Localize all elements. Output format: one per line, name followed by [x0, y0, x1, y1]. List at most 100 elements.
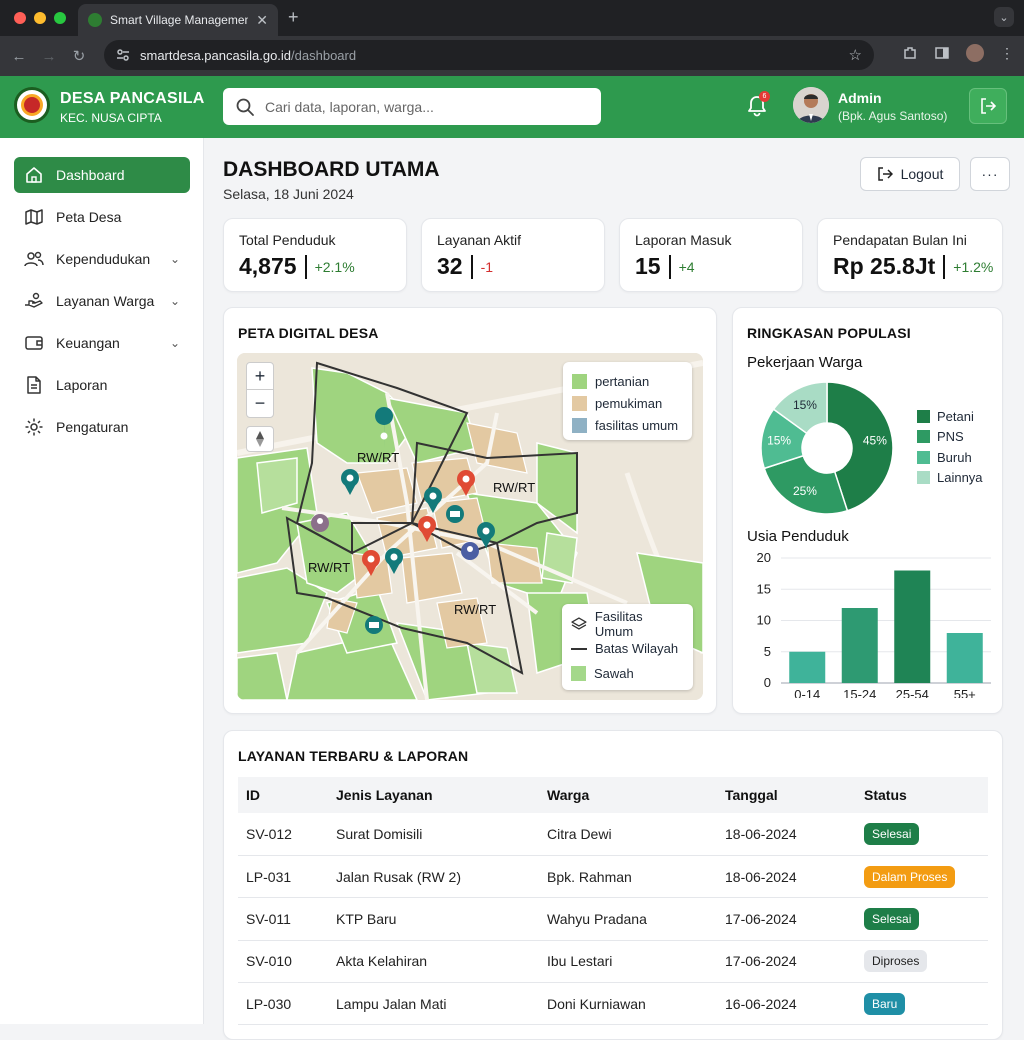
stat-label: Laporan Masuk: [635, 232, 732, 248]
stat-card-total-penduduk: Total Penduduk 4,875 +2.1%: [223, 218, 407, 292]
status-badge[interactable]: Baru: [864, 992, 906, 1015]
stat-label: Layanan Aktif: [437, 232, 522, 248]
y-tick-label: 0: [764, 675, 771, 690]
status-badge[interactable]: Dalam Proses: [864, 865, 956, 888]
more-options-button[interactable]: ···: [970, 157, 1010, 191]
gear-icon: [25, 418, 43, 436]
stat-change: +1.2%: [953, 258, 994, 275]
legend-item: pemukiman: [572, 392, 683, 414]
brand-name: DESA PANCASILA: [60, 90, 205, 107]
tab-search-icon[interactable]: ⌄: [994, 7, 1014, 27]
sidebar-item-peta-desa[interactable]: Peta Desa: [14, 199, 190, 235]
cell-id: SV-012: [238, 813, 328, 856]
sidebar-item-laporan[interactable]: Laporan: [14, 367, 190, 403]
cell-service-type: Akta Kelahiran: [328, 940, 539, 984]
sidebar-item-dashboard[interactable]: Dashboard: [14, 157, 190, 193]
avatar[interactable]: [793, 87, 829, 123]
search-input[interactable]: [265, 98, 589, 115]
population-card: RINGKASAN POPULASI Pekerjaan Warga 45% 25…: [732, 307, 1003, 714]
line-icon: [571, 647, 587, 650]
cell-status: Selesai: [856, 813, 988, 856]
layer-toggle-batas[interactable]: Batas Wilayah: [571, 636, 684, 661]
cell-service-type: Lampu Jalan Mati: [328, 982, 539, 1026]
column-header[interactable]: Status: [856, 777, 988, 813]
status-badge[interactable]: Selesai: [864, 907, 920, 930]
cell-citizen: Doni Kurniawan: [539, 982, 717, 1026]
legend-label: PNS: [937, 429, 964, 445]
legend-swatch: [917, 450, 930, 464]
column-header[interactable]: Tanggal: [717, 777, 856, 813]
legend-swatch: [572, 373, 587, 389]
sidebar-item-pengaturan[interactable]: Pengaturan: [14, 409, 190, 445]
browser-menu-icon[interactable]: ⋮: [1000, 45, 1014, 62]
landuse-legend: pertanian pemukiman fasilitas umum: [563, 362, 692, 440]
maximize-window-button[interactable]: [54, 12, 66, 24]
minimize-window-button[interactable]: [34, 12, 46, 24]
cell-citizen: Bpk. Rahman: [539, 855, 717, 899]
logout-button[interactable]: Logout: [860, 157, 960, 191]
swatch-icon: [571, 666, 586, 681]
sidebar-item-label: Peta Desa: [56, 209, 122, 225]
bar-25-54[interactable]: [894, 570, 931, 684]
address-bar[interactable]: smartdesa.pancasila.go.id/dashboard ☆: [104, 40, 874, 70]
sidebar-item-label: Dashboard: [56, 167, 125, 183]
back-icon[interactable]: ←: [4, 48, 34, 65]
bar-title: Usia Penduduk: [747, 528, 849, 545]
map-title: PETA DIGITAL DESA: [238, 325, 379, 341]
cell-status: Baru: [856, 982, 988, 1026]
profile-avatar-icon[interactable]: [966, 44, 984, 62]
chevron-down-icon: ⌄: [169, 294, 180, 308]
population-title: RINGKASAN POPULASI: [747, 325, 911, 341]
bar-0-14[interactable]: [789, 651, 826, 683]
x-tick-label: 25-54: [896, 687, 929, 698]
legend-item: PNS: [917, 427, 983, 448]
table-row[interactable]: SV-012 Surat Domisili Citra Dewi 18-06-2024…: [238, 813, 988, 856]
table-row[interactable]: SV-010 Akta Kelahiran Ibu Lestari 17-06-202…: [238, 940, 988, 984]
wallet-icon: [25, 336, 43, 350]
close-tab-icon[interactable]: ✕: [256, 12, 268, 29]
chevron-down-icon: ⌄: [169, 336, 180, 350]
reload-icon[interactable]: ↻: [64, 47, 94, 65]
sidebar-item-keuangan[interactable]: Keuangan ⌄: [14, 325, 190, 361]
exit-button[interactable]: [969, 88, 1007, 124]
tab-title: Smart Village Management I: [110, 13, 249, 27]
cell-date: 18-06-2024: [717, 855, 856, 899]
status-badge[interactable]: Selesai: [864, 822, 920, 845]
column-header[interactable]: ID: [238, 777, 328, 813]
url-text: smartdesa.pancasila.go.id/dashboard: [140, 47, 357, 63]
column-header[interactable]: Jenis Layanan: [328, 777, 539, 813]
zoom-out-button[interactable]: −: [247, 390, 273, 417]
close-window-button[interactable]: [14, 12, 26, 24]
extensions-icon[interactable]: [902, 45, 918, 61]
status-badge[interactable]: Diproses: [864, 950, 928, 973]
map-zoom-control: + −: [246, 362, 274, 418]
compass-button[interactable]: [246, 426, 274, 452]
pie-legend: Petani PNS Buruh Lainnya: [917, 406, 983, 488]
bar-55+[interactable]: [946, 633, 983, 683]
site-info-icon[interactable]: [116, 48, 130, 62]
region-label: RW/RT: [454, 602, 497, 617]
forward-icon[interactable]: →: [34, 48, 64, 65]
sidebar-item-layanan-warga[interactable]: Layanan Warga ⌄: [14, 283, 190, 319]
side-panel-icon[interactable]: [934, 45, 950, 61]
notification-badge: 6: [759, 91, 770, 102]
cell-date: 17-06-2024: [717, 940, 856, 984]
bar-15-24[interactable]: [841, 608, 878, 683]
layer-toggle-fasilitas[interactable]: Fasilitas Umum: [571, 609, 684, 639]
occupation-pie-chart: 45% 25% 15% 15%: [760, 381, 894, 515]
browser-tab[interactable]: Smart Village Management I ✕: [78, 4, 278, 36]
column-header[interactable]: Warga: [539, 777, 717, 813]
cell-citizen: Wahyu Pradana: [539, 897, 717, 941]
zoom-in-button[interactable]: +: [247, 363, 273, 390]
layer-toggle-sawah[interactable]: Sawah: [571, 661, 684, 686]
table-row[interactable]: LP-030 Lampu Jalan Mati Doni Kurniawan 16-0…: [238, 982, 988, 1026]
table-row[interactable]: LP-031 Jalan Rusak (RW 2) Bpk. Rahman 18-06…: [238, 855, 988, 899]
legend-label: Buruh: [937, 449, 972, 465]
legend-swatch: [572, 395, 587, 411]
search-box[interactable]: [223, 88, 601, 125]
bookmark-star-icon[interactable]: ☆: [849, 46, 862, 64]
table-row[interactable]: SV-011 KTP Baru Wahyu Pradana 17-06-2024 Sel…: [238, 897, 988, 941]
village-map[interactable]: RW/RT RW/RT RW/RT RW/RT + − pertanian pe…: [237, 353, 703, 700]
new-tab-icon[interactable]: +: [288, 7, 299, 28]
sidebar-item-kependudukan[interactable]: Kependudukan ⌄: [14, 241, 190, 277]
